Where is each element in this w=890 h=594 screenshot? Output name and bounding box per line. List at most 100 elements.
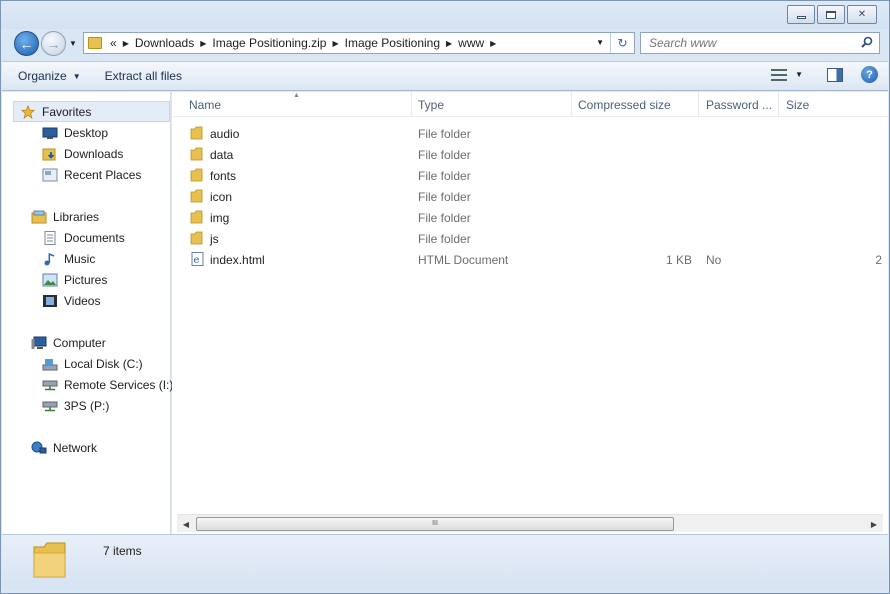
breadcrumb-www[interactable]: www [458,36,484,50]
file-type: File folder [418,169,471,183]
breadcrumb-zip[interactable]: Image Positioning.zip [212,36,326,50]
chevron-down-icon: ▼ [72,71,81,81]
help-icon[interactable]: ? [861,66,878,83]
nav-local-disk[interactable]: Local Disk (C:) [42,353,143,374]
file-row-data[interactable]: data File folder [172,144,888,165]
breadcrumb-overflow[interactable]: « [110,36,117,50]
close-button[interactable]: ✕ [847,5,877,24]
column-name[interactable]: Name [189,98,221,112]
nav-desktop[interactable]: Desktop [42,122,108,143]
back-button[interactable]: ← [14,31,39,56]
file-compressed-size: 1 KB [665,253,692,267]
file-row-js[interactable]: js File folder [172,228,888,249]
videos-icon [43,294,57,307]
desktop-icon [42,127,58,139]
nav-label: Local Disk (C:) [64,356,143,371]
view-controls: ▼ ? [771,66,878,83]
preview-pane-icon[interactable] [827,67,843,82]
nav-remote-services[interactable]: Remote Services (I:) [42,374,173,395]
file-row-audio[interactable]: audio File folder [172,123,888,144]
file-name: js [210,232,219,246]
file-row-index-html[interactable]: e index.html HTML Document 1 KB No 2 [172,249,888,270]
search-input[interactable] [649,36,859,50]
column-type[interactable]: Type [418,98,444,112]
views-icon[interactable] [771,68,788,81]
recent-pages-dropdown[interactable]: ▼ [69,39,77,48]
column-divider[interactable] [571,92,572,116]
title-bar: ✕ [1,1,889,29]
music-icon [44,252,55,265]
computer-icon [31,336,47,349]
html-document-icon: e [191,252,204,266]
item-count: 7 items [103,544,142,558]
column-divider[interactable] [778,92,779,116]
refresh-icon: ↻ [617,36,628,50]
nav-label: Recent Places [64,167,142,182]
scrollbar-thumb[interactable]: III [196,517,674,531]
nav-documents[interactable]: Documents [42,227,125,248]
file-row-fonts[interactable]: fonts File folder [172,165,888,186]
folder-icon [190,126,203,140]
network-drive-icon [42,380,58,390]
nav-favorites[interactable]: Favorites [13,101,170,122]
file-name: audio [210,127,240,141]
horizontal-scrollbar[interactable]: ◀ III ▶ [177,514,883,532]
network-drive-icon [42,401,58,411]
command-bar: Organize ▼ Extract all files ▼ ? [2,61,888,91]
extract-all-button[interactable]: Extract all files [97,64,190,88]
search-icon[interactable] [861,36,873,48]
file-row-img[interactable]: img File folder [172,207,888,228]
file-type: File folder [418,127,471,141]
chevron-right-icon[interactable]: ▶ [490,39,496,48]
refresh-button[interactable]: ↻ [610,33,634,53]
nav-music[interactable]: Music [42,248,95,269]
column-password[interactable]: Password ... [706,98,772,112]
nav-pictures[interactable]: Pictures [42,269,107,290]
chevron-down-icon[interactable]: ▼ [795,70,803,79]
nav-label: Favorites [42,104,92,119]
column-compressed-size[interactable]: Compressed size [578,98,671,112]
address-row: ← → ▼ « ▶ Downloads ▶ Image Positioning.… [1,29,889,59]
folder-icon [190,168,203,182]
minimize-button[interactable] [787,5,815,24]
star-icon [20,104,36,119]
nav-libraries[interactable]: Libraries [31,206,99,227]
breadcrumb-image-positioning[interactable]: Image Positioning [345,36,440,50]
nav-3ps[interactable]: 3PS (P:) [42,395,109,416]
folder-icon [88,37,102,49]
folder-icon [190,147,203,161]
organize-label: Organize [18,69,67,83]
file-name: fonts [210,169,237,183]
nav-downloads[interactable]: Downloads [42,143,123,164]
nav-label: Remote Services (I:) [64,377,174,392]
column-size[interactable]: Size [786,98,809,112]
nav-network[interactable]: Network [31,437,97,458]
forward-arrow-icon: → [46,35,61,52]
nav-label: Music [64,251,96,266]
nav-recent-places[interactable]: Recent Places [42,164,141,185]
organize-button[interactable]: Organize ▼ [10,64,89,88]
search-box[interactable] [640,32,880,54]
address-dropdown-icon[interactable]: ▼ [596,38,604,47]
scroll-right-icon[interactable]: ▶ [867,517,881,531]
column-divider[interactable] [698,92,699,116]
forward-button[interactable]: → [41,31,66,56]
chevron-right-icon[interactable]: ▶ [200,39,206,48]
column-header-row: ▲ Name Type Compressed size Password ...… [172,92,888,117]
file-type: HTML Document [418,253,509,267]
chevron-right-icon[interactable]: ▶ [332,39,338,48]
nav-computer[interactable]: Computer [31,332,106,353]
file-name: index.html [210,253,265,267]
chevron-right-icon[interactable]: ▶ [446,39,452,48]
scroll-left-icon[interactable]: ◀ [179,517,193,531]
column-divider[interactable] [411,92,412,116]
file-row-icon[interactable]: icon File folder [172,186,888,207]
nav-videos[interactable]: Videos [42,290,100,311]
navigation-pane: Favorites Desktop Downloads Recent Place… [2,92,173,534]
address-bar[interactable]: « ▶ Downloads ▶ Image Positioning.zip ▶ … [83,32,635,54]
maximize-button[interactable] [817,5,845,24]
nav-label: Desktop [64,125,109,140]
breadcrumb-downloads[interactable]: Downloads [135,36,194,50]
chevron-right-icon: ▶ [122,38,129,48]
downloads-folder-icon [42,148,56,160]
